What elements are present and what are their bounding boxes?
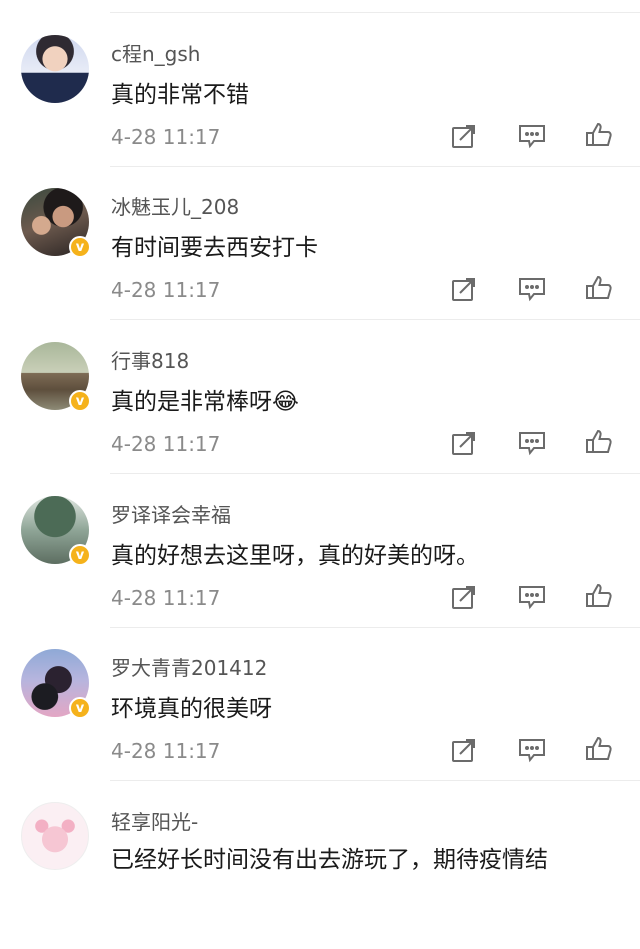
like-icon[interactable] (584, 273, 614, 303)
comment-item: 轻享阳光- 已经好长时间没有出去游玩了，期待疫情结 (0, 796, 640, 949)
share-icon[interactable] (449, 735, 479, 765)
comment-text: 有时间要去西安打卡 (111, 235, 318, 261)
verified-badge-icon: v (69, 236, 91, 258)
timestamp: 4-28 11:17 (111, 739, 221, 763)
username[interactable]: 行事818 (111, 345, 189, 374)
comment-icon[interactable] (517, 274, 547, 304)
timestamp: 4-28 11:17 (111, 586, 221, 610)
timestamp: 4-28 11:17 (111, 125, 221, 149)
share-icon[interactable] (449, 274, 479, 304)
divider (110, 319, 640, 320)
comment-icon[interactable] (517, 121, 547, 151)
comment-item: v 冰魅玉儿_208 有时间要去西安打卡 4-28 11:17 (0, 181, 640, 334)
username[interactable]: 轻享阳光- (111, 806, 198, 835)
divider (110, 473, 640, 474)
timestamp: 4-28 11:17 (111, 432, 221, 456)
like-icon[interactable] (584, 427, 614, 457)
avatar[interactable] (21, 802, 89, 870)
like-icon[interactable] (584, 581, 614, 611)
like-icon[interactable] (584, 734, 614, 764)
verified-badge-icon: v (69, 544, 91, 566)
divider (110, 166, 640, 167)
comment-item: v 罗大青青201412 环境真的很美呀 4-28 11:17 (0, 642, 640, 795)
comment-item: v 行事818 真的是非常棒呀😂 4-28 11:17 (0, 335, 640, 488)
share-icon[interactable] (449, 121, 479, 151)
like-icon[interactable] (584, 120, 614, 150)
comment-item: v 罗译译会幸福 真的好想去这里呀，真的好美的呀。 4-28 11:17 (0, 489, 640, 642)
comment-text: 真的好想去这里呀，真的好美的呀。 (111, 543, 479, 569)
divider (110, 780, 640, 781)
avatar[interactable]: v (21, 188, 91, 258)
avatar[interactable] (21, 35, 89, 103)
laughing-emoji-icon: 😂 (272, 389, 299, 415)
comment-text: 真的非常不错 (111, 82, 249, 108)
avatar[interactable]: v (21, 342, 91, 412)
username[interactable]: 罗译译会幸福 (111, 499, 231, 528)
avatar[interactable]: v (21, 649, 91, 719)
divider (110, 627, 640, 628)
share-icon[interactable] (449, 582, 479, 612)
timestamp: 4-28 11:17 (111, 278, 221, 302)
comment-text: 真的是非常棒呀😂 (111, 382, 299, 416)
comment-icon[interactable] (517, 428, 547, 458)
comment-item: c程n_gsh 真的非常不错 4-28 11:17 (0, 28, 640, 181)
share-icon[interactable] (449, 428, 479, 458)
comment-icon[interactable] (517, 735, 547, 765)
verified-badge-icon: v (69, 390, 91, 412)
verified-badge-icon: v (69, 697, 91, 719)
comment-text: 已经好长时间没有出去游玩了，期待疫情结 (111, 847, 548, 873)
avatar[interactable]: v (21, 496, 91, 566)
comment-text-body: 真的是非常棒呀 (111, 389, 272, 415)
username[interactable]: 罗大青青201412 (111, 652, 267, 681)
comment-icon[interactable] (517, 582, 547, 612)
top-divider (110, 12, 640, 13)
username[interactable]: c程n_gsh (111, 38, 200, 67)
username[interactable]: 冰魅玉儿_208 (111, 191, 239, 220)
comment-text: 环境真的很美呀 (111, 696, 272, 722)
